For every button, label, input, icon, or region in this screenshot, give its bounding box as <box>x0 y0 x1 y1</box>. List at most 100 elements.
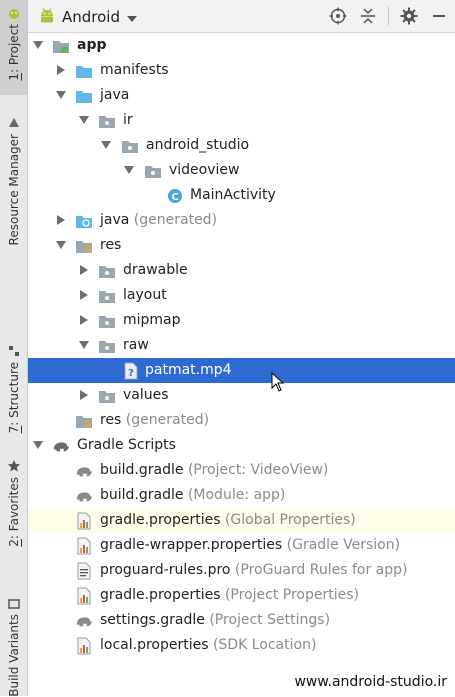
expanded-arrow-icon[interactable] <box>32 39 44 51</box>
expanded-arrow-icon[interactable] <box>78 339 90 351</box>
resource-manager-icon <box>6 116 22 130</box>
tree-item-label: java <box>100 87 130 103</box>
tool-window-strip: 1: Project Resource Manager 7: Structure… <box>0 0 28 697</box>
tree-item-main-activity[interactable]: C MainActivity <box>28 183 455 208</box>
gradle-icon <box>75 612 93 629</box>
tree-item-drawable[interactable]: drawable <box>28 258 455 283</box>
folder-icon <box>75 87 93 104</box>
tree-item-videoview[interactable]: videoview <box>28 158 455 183</box>
folder-icon <box>98 262 116 279</box>
tree-item-secondary: (generated) <box>121 412 210 428</box>
collapsed-arrow-icon[interactable] <box>55 214 67 226</box>
tree-item-build-gradle-project[interactable]: build.gradle (Project: VideoView) <box>28 458 455 483</box>
dropdown-icon <box>126 8 138 27</box>
tree-item-settings-gradle[interactable]: settings.gradle (Project Settings) <box>28 608 455 633</box>
gradle-icon <box>52 437 70 454</box>
tree-item-label: android_studio <box>146 137 250 153</box>
collapsed-arrow-icon[interactable] <box>78 289 90 301</box>
tab-favorites[interactable]: 2: Favorites <box>0 455 27 555</box>
tab-project[interactable]: 1: Project <box>0 0 27 95</box>
watermark: www.android-studio.ir <box>294 674 447 690</box>
tab-build-variants-label: Build Variants <box>6 614 21 697</box>
expanded-arrow-icon[interactable] <box>55 89 67 101</box>
tree-item-secondary: (generated) <box>129 212 218 228</box>
expanded-arrow-icon[interactable] <box>78 114 90 126</box>
resources-folder-icon <box>75 412 93 429</box>
tree-item-label: layout <box>123 287 167 303</box>
tree-item-label: java <box>100 212 130 228</box>
tree-item-build-gradle-module[interactable]: build.gradle (Module: app) <box>28 483 455 508</box>
tab-resource-manager-label: Resource Manager <box>6 134 21 246</box>
tab-structure-number: 7 <box>6 425 21 434</box>
svg-text:C: C <box>171 192 178 203</box>
tree-item-label: mipmap <box>123 312 181 328</box>
minimize-icon[interactable] <box>429 6 449 26</box>
tab-favorites-number: 2 <box>6 539 21 547</box>
android-icon <box>6 6 22 20</box>
tree-item-app[interactable]: app <box>28 33 455 58</box>
properties-file-icon <box>75 537 93 554</box>
collapsed-arrow-icon[interactable] <box>55 64 67 76</box>
tree-item-java[interactable]: java <box>28 83 455 108</box>
collapse-icon[interactable] <box>358 6 378 26</box>
structure-icon <box>6 344 22 358</box>
tab-resource-manager[interactable]: Resource Manager <box>0 112 27 257</box>
tree-item-label: raw <box>123 337 149 353</box>
tree-item-label: manifests <box>100 62 169 78</box>
tree-item-gradle-properties-project[interactable]: gradle.properties (Project Properties) <box>28 583 455 608</box>
expanded-arrow-icon[interactable] <box>55 239 67 251</box>
tree-item-label: res <box>100 237 122 253</box>
mouse-cursor-icon <box>271 371 285 396</box>
tree-item-layout[interactable]: layout <box>28 283 455 308</box>
expanded-arrow-icon[interactable] <box>32 439 44 451</box>
tree-item-local-properties[interactable]: local.properties (SDK Location) <box>28 633 455 658</box>
view-selector-label: Android <box>62 8 120 26</box>
tab-favorites-label: : Favorites <box>6 477 21 540</box>
tree-item-res-generated[interactable]: res (generated) <box>28 408 455 433</box>
tree-item-values[interactable]: values <box>28 383 455 408</box>
tree-item-label: local.properties <box>100 637 209 653</box>
star-icon <box>6 459 22 473</box>
properties-file-icon <box>75 512 93 529</box>
tree-item-manifests[interactable]: manifests <box>28 58 455 83</box>
tree-item-java-generated[interactable]: java (generated) <box>28 208 455 233</box>
tab-build-variants[interactable]: Build Variants <box>0 580 27 697</box>
gear-icon[interactable] <box>399 6 419 26</box>
expanded-arrow-icon[interactable] <box>100 139 112 151</box>
tree-item-secondary: (Global Properties) <box>220 512 356 528</box>
tree-item-label: videoview <box>169 162 240 178</box>
tree-item-secondary: (ProGuard Rules for app) <box>230 562 408 578</box>
toolbar-divider <box>388 7 389 25</box>
resources-folder-icon <box>75 237 93 254</box>
tree-item-label: build.gradle <box>100 462 184 478</box>
tree-item-android-studio[interactable]: android_studio <box>28 133 455 158</box>
collapsed-arrow-icon[interactable] <box>78 389 90 401</box>
tree-item-label: Gradle Scripts <box>77 437 176 453</box>
tree-item-ir[interactable]: ir <box>28 108 455 133</box>
tab-structure[interactable]: 7: Structure <box>0 340 27 435</box>
properties-file-icon <box>75 587 93 604</box>
project-tree: app manifests java ir android_studio vid… <box>28 33 455 658</box>
tree-item-secondary: (Project Properties) <box>220 587 359 603</box>
tree-item-gradle-properties-global[interactable]: gradle.properties (Global Properties) <box>28 508 455 533</box>
collapsed-arrow-icon[interactable] <box>78 264 90 276</box>
tree-item-secondary: (SDK Location) <box>208 637 317 653</box>
locate-icon[interactable] <box>328 6 348 26</box>
package-icon <box>98 112 116 129</box>
tab-project-number: 1 <box>6 72 21 81</box>
tab-structure-label: : Structure <box>6 362 21 426</box>
view-selector[interactable]: Android <box>38 6 138 28</box>
folder-icon <box>75 62 93 79</box>
tree-item-proguard-rules[interactable]: proguard-rules.pro (ProGuard Rules for a… <box>28 558 455 583</box>
tree-item-res[interactable]: res <box>28 233 455 258</box>
collapsed-arrow-icon[interactable] <box>78 314 90 326</box>
gradle-icon <box>75 462 93 479</box>
svg-text:?: ? <box>128 368 134 379</box>
tree-item-gradle-wrapper-properties[interactable]: gradle-wrapper.properties (Gradle Versio… <box>28 533 455 558</box>
tree-item-mipmap[interactable]: mipmap <box>28 308 455 333</box>
expanded-arrow-icon[interactable] <box>123 164 135 176</box>
tree-item-secondary: (Module: app) <box>183 487 286 503</box>
tree-item-gradle-scripts[interactable]: Gradle Scripts <box>28 433 455 458</box>
tree-item-raw[interactable]: raw <box>28 333 455 358</box>
tree-item-patmat-mp4[interactable]: ? patmat.mp4 <box>28 358 455 383</box>
